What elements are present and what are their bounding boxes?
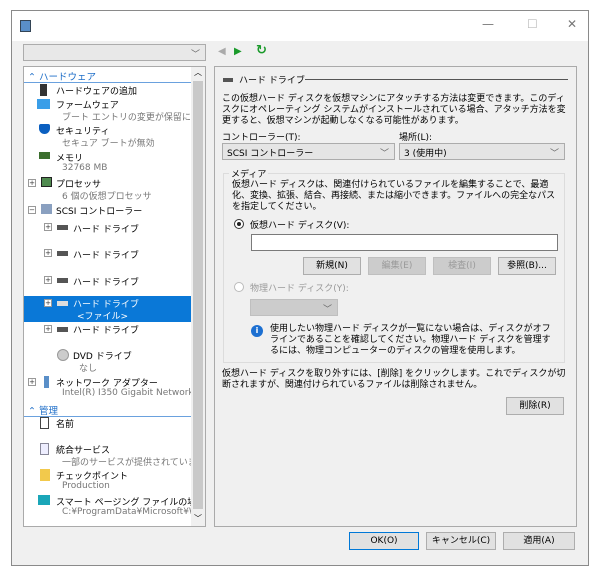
new-button[interactable]: 新規(N) (303, 257, 361, 275)
location-select[interactable]: 3 (使用中) ﹀ (399, 143, 565, 160)
apply-button[interactable]: 適用(A) (503, 532, 575, 550)
item-sub: ブート エントリの変更が保留にな... (62, 113, 206, 123)
hard-drive-icon (57, 327, 68, 332)
expand-icon[interactable]: + (44, 249, 52, 257)
tree-scrollbar[interactable]: ︿ ﹀ (191, 67, 205, 526)
collapse-icon[interactable]: − (28, 206, 36, 214)
hard-drive-icon (57, 278, 68, 283)
vhd-label: 仮想ハード ディスク(V): (250, 221, 350, 231)
item-sub: C:¥ProgramData¥Microsoft¥Wi... (62, 507, 206, 517)
network-adapter-icon (44, 376, 49, 388)
panel-title: ハード ドライブ (239, 76, 305, 86)
scrollbar-thumb[interactable] (193, 81, 203, 509)
item-sub: セキュア ブートが無効 (62, 139, 155, 149)
firmware-icon (37, 99, 50, 109)
item-label: ハード ドライブ (73, 251, 139, 261)
ok-button[interactable]: OK(O) (349, 532, 419, 550)
item-label: ハード ドライブ (73, 225, 139, 235)
item-label: ハード ドライブ (73, 278, 139, 288)
item-sub: なし (79, 364, 98, 374)
tree-item-hard-drive-selected[interactable]: + ハード ドライブ <ファイル> (24, 296, 192, 322)
controller-label: コントローラー(T): (222, 133, 301, 143)
chevron-down-icon: ﹀ (549, 149, 559, 159)
item-label: ハードウェアの追加 (56, 87, 138, 97)
chevron-down-icon: ﹀ (379, 149, 389, 159)
settings-tree: ⌃ ハードウェア ハードウェアの追加 ファームウェア ブート エントリの変更が保留… (23, 66, 206, 527)
forward-button[interactable]: ▶ (234, 46, 242, 57)
browse-button[interactable]: 参照(B)... (498, 257, 556, 275)
expand-icon[interactable]: + (44, 299, 52, 307)
smart-paging-icon (38, 495, 50, 505)
item-sub: 32768 MB (62, 163, 108, 173)
chevron-down-icon: ﹀ (190, 50, 200, 60)
vm-selector[interactable]: ﹀ (23, 44, 206, 61)
section-title: 管理 (38, 406, 58, 417)
physical-disk-info: 使用したい物理ハード ディスクが一覧にない場合は、ディスクがオフラインであること… (270, 324, 551, 356)
controller-select[interactable]: SCSI コントローラー ﹀ (222, 143, 395, 160)
hard-drive-icon (223, 78, 233, 82)
section-title: ハードウェア (38, 72, 96, 83)
scroll-up-icon[interactable]: ︿ (194, 67, 202, 78)
hard-drive-icon (57, 225, 68, 230)
memory-icon (39, 152, 50, 159)
intro-text: この仮想ハード ディスクを仮想マシンにアタッチする方法は変更できます。このディス… (222, 94, 566, 126)
minimize-button[interactable]: — (482, 17, 494, 31)
expand-icon[interactable]: + (28, 179, 36, 187)
hard-drive-icon (57, 301, 68, 306)
refresh-button[interactable]: ↻ (256, 43, 267, 58)
title-rule (305, 79, 568, 80)
app-icon (20, 20, 31, 32)
cancel-button[interactable]: キャンセル(C) (426, 532, 496, 550)
vhd-radio[interactable] (234, 219, 244, 229)
back-button[interactable]: ◀ (218, 46, 226, 57)
remove-button[interactable]: 削除(R) (506, 397, 564, 415)
section-hardware[interactable]: ⌃ ハードウェア (24, 69, 192, 83)
scroll-down-icon[interactable]: ﹀ (194, 513, 202, 524)
name-icon (40, 417, 49, 429)
settings-window: — ☐ ✕ ﹀ ◀ ▶ ↻ ⌃ ハードウェア ハードウェアの追加 ファームウェア… (11, 10, 589, 566)
location-label: 場所(L): (399, 133, 433, 143)
hard-drive-icon (57, 251, 68, 256)
media-description: 仮想ハード ディスクは、関連付けられているファイルを編集することで、最適化、変換… (232, 180, 556, 212)
physical-disk-label: 物理ハード ディスク(Y): (250, 284, 349, 294)
physical-disk-radio[interactable] (234, 282, 244, 292)
checkpoint-icon (40, 469, 50, 481)
physical-disk-select[interactable]: ﹀ (250, 299, 338, 316)
remove-description: 仮想ハード ディスクを取り外すには、[削除] をクリックします。これでディスクが… (222, 369, 566, 390)
item-sub: Intel(R) I350 Gigabit Network ... (62, 388, 206, 398)
add-hardware-icon (40, 84, 47, 96)
expand-icon[interactable]: + (28, 378, 36, 386)
expand-icon[interactable]: + (44, 325, 52, 333)
vhd-path-input[interactable] (251, 234, 558, 251)
processor-icon (41, 177, 52, 187)
item-sub: 6 個の仮想プロセッサ (62, 192, 152, 202)
info-icon: i (251, 325, 263, 337)
inspect-button[interactable]: 検査(I) (433, 257, 491, 275)
item-label: 名前 (56, 420, 75, 430)
expand-icon[interactable]: + (44, 223, 52, 231)
item-label: ハード ドライブ (73, 326, 139, 336)
location-value: 3 (使用中) (404, 149, 447, 159)
item-sub: <ファイル> (77, 312, 129, 322)
hard-drive-panel: ハード ドライブ この仮想ハード ディスクを仮想マシンにアタッチする方法は変更で… (214, 66, 577, 527)
section-management[interactable]: ⌃ 管理 (24, 403, 192, 417)
scsi-controller-icon (41, 204, 52, 214)
integration-services-icon (40, 443, 49, 455)
close-button[interactable]: ✕ (567, 17, 577, 31)
item-label: SCSI コントローラー (56, 207, 143, 217)
dvd-icon (57, 349, 69, 361)
item-sub: Production (62, 481, 110, 491)
item-sub: 一部のサービスが提供されています (62, 458, 206, 468)
media-label: メディア (229, 167, 269, 180)
expand-icon[interactable]: + (44, 276, 52, 284)
maximize-button[interactable]: ☐ (527, 17, 538, 31)
edit-button[interactable]: 編集(E) (368, 257, 426, 275)
chevron-down-icon: ﹀ (322, 305, 332, 315)
shield-icon (39, 124, 50, 134)
controller-value: SCSI コントローラー (227, 149, 314, 159)
title-bar: — ☐ ✕ (12, 11, 588, 41)
